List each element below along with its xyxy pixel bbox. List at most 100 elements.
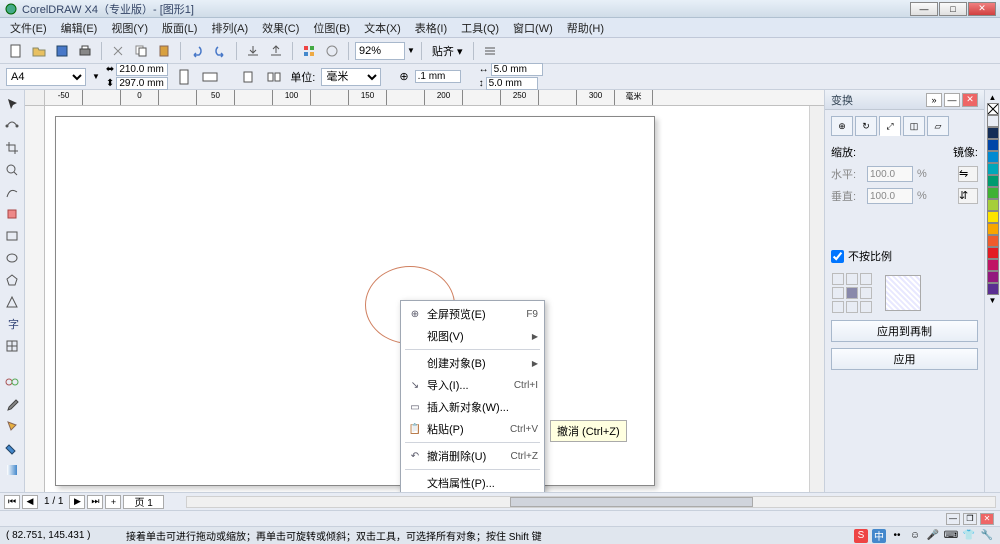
docker-minimize-button[interactable]: — [944,93,960,107]
cut-button[interactable] [108,41,128,61]
outline-tool[interactable] [2,416,22,436]
portrait-button[interactable] [174,67,194,87]
tray-keyboard-icon[interactable]: ⌨ [944,529,958,543]
swatch[interactable] [987,187,999,199]
dropdown-icon[interactable]: ▼ [92,72,100,81]
swatch[interactable] [987,139,999,151]
import-button[interactable] [243,41,263,61]
page-next-button[interactable]: ▶ [69,495,85,509]
v-scale-input[interactable] [867,188,913,204]
child-restore-button[interactable]: ❐ [963,513,977,525]
swatch[interactable] [987,175,999,187]
palette-up-icon[interactable]: ▲ [987,92,998,103]
tab-scale[interactable]: ⤢ [879,116,901,136]
swatch[interactable] [987,211,999,223]
minimize-button[interactable]: — [910,2,938,16]
page-tab-1[interactable]: 页 1 [123,495,163,509]
pick-tool[interactable] [2,94,22,114]
swatch[interactable] [987,199,999,211]
app-launcher-button[interactable] [299,41,319,61]
swatch[interactable] [987,163,999,175]
zoom-input[interactable] [355,42,405,60]
tray-smiley-icon[interactable]: ☺ [908,529,922,543]
child-close-button[interactable]: ✕ [980,513,994,525]
ellipse-tool[interactable] [2,248,22,268]
page-prev-button[interactable]: ◀ [22,495,38,509]
rectangle-tool[interactable] [2,226,22,246]
swatch[interactable] [987,127,999,139]
non-proportional-checkbox[interactable] [831,250,844,263]
tray-mic-icon[interactable]: 🎤 [926,529,940,543]
copy-button[interactable] [131,41,151,61]
child-minimize-button[interactable]: — [946,513,960,525]
save-button[interactable] [52,41,72,61]
cm-undo-delete[interactable]: ↶撤消删除(U)Ctrl+Z [401,445,544,467]
docker-collapse-button[interactable]: » [926,93,942,107]
open-button[interactable] [29,41,49,61]
menu-file[interactable]: 文件(E) [4,18,53,38]
mirror-h-button[interactable]: ⇋ [958,166,978,182]
menu-effects[interactable]: 效果(C) [256,18,305,38]
horizontal-scrollbar[interactable] [186,496,996,508]
horizontal-ruler[interactable]: -50 0 50 100 150 200 250 300毫米 [45,90,824,106]
zoom-tool[interactable] [2,160,22,180]
export-button[interactable] [266,41,286,61]
shape-tool[interactable] [2,116,22,136]
apply-to-duplicate-button[interactable]: 应用到再制 [831,320,978,342]
vertical-ruler[interactable] [25,106,45,492]
cm-fullscreen[interactable]: ⊕全屏预览(E)F9 [401,303,544,325]
cm-paste[interactable]: 📋粘贴(P)Ctrl+V [401,418,544,440]
interactive-blend-tool[interactable] [2,372,22,392]
docker-close-button[interactable]: ✕ [962,93,978,107]
menu-layout[interactable]: 版面(L) [156,18,203,38]
page-facing-button[interactable] [264,67,284,87]
swatch[interactable] [987,235,999,247]
tab-size[interactable]: ◫ [903,116,925,136]
menu-edit[interactable]: 编辑(E) [55,18,104,38]
cm-insert-object[interactable]: ▭插入新对象(W)... [401,396,544,418]
paper-size-select[interactable]: A4 [6,68,86,86]
anchor-grid[interactable] [831,272,873,314]
table-tool[interactable] [2,336,22,356]
cm-view[interactable]: 视图(V)▶ [401,325,544,347]
palette-down-icon[interactable]: ▼ [987,295,998,306]
maximize-button[interactable]: □ [939,2,967,16]
unit-select[interactable]: 毫米 [321,68,381,86]
undo-button[interactable] [187,41,207,61]
redo-button[interactable] [210,41,230,61]
swatch[interactable] [987,223,999,235]
vertical-scrollbar[interactable] [809,106,824,492]
tab-position[interactable]: ⊕ [831,116,853,136]
page-single-button[interactable] [238,67,258,87]
swatch[interactable] [987,247,999,259]
tray-settings-icon[interactable]: 🔧 [980,529,994,543]
page-height-input[interactable] [116,77,168,90]
zoom-dropdown-icon[interactable]: ▼ [407,46,415,55]
menu-tools[interactable]: 工具(Q) [455,18,505,38]
tray-skin-icon[interactable]: 👕 [962,529,976,543]
page-last-button[interactable]: ⏭ [87,495,103,509]
ime-lang-icon[interactable]: 中 [872,529,886,543]
swatch[interactable] [987,259,999,271]
options-button[interactable] [480,41,500,61]
polygon-tool[interactable] [2,270,22,290]
snap-button[interactable]: 贴齐 ▾ [428,43,467,59]
menu-view[interactable]: 视图(Y) [105,18,154,38]
menu-table[interactable]: 表格(I) [409,18,453,38]
fill-tool[interactable] [2,438,22,458]
welcome-button[interactable] [322,41,342,61]
crop-tool[interactable] [2,138,22,158]
swatch[interactable] [987,115,999,127]
landscape-button[interactable] [200,67,220,87]
paste-button[interactable] [154,41,174,61]
nudge-input[interactable] [415,70,461,83]
menu-help[interactable]: 帮助(H) [561,18,610,38]
text-tool[interactable]: 字 [2,314,22,334]
cm-doc-properties[interactable]: 文档属性(P)... [401,472,544,492]
menu-text[interactable]: 文本(X) [358,18,407,38]
page-width-input[interactable] [116,63,168,76]
close-button[interactable]: ✕ [968,2,996,16]
swatch[interactable] [987,283,999,295]
h-scale-input[interactable] [867,166,913,182]
apply-button[interactable]: 应用 [831,348,978,370]
